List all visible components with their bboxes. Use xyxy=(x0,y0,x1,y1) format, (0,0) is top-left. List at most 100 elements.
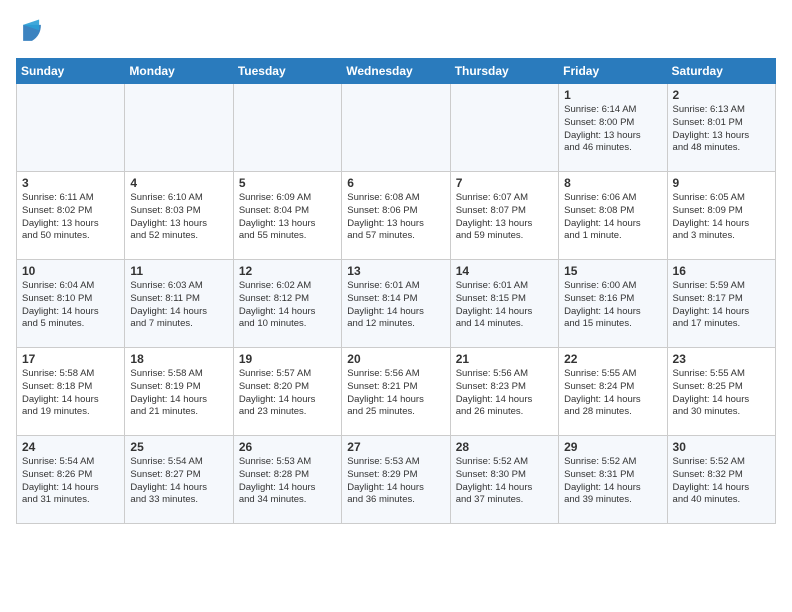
calendar-day-cell xyxy=(17,84,125,172)
calendar-day-cell: 1Sunrise: 6:14 AM Sunset: 8:00 PM Daylig… xyxy=(559,84,667,172)
calendar-header-day: Wednesday xyxy=(342,59,450,84)
day-number: 24 xyxy=(22,440,119,454)
calendar-week-row: 1Sunrise: 6:14 AM Sunset: 8:00 PM Daylig… xyxy=(17,84,776,172)
calendar-day-cell: 7 Sunrise: 6:07 AM Sunset: 8:07 PM Daylig… xyxy=(450,172,558,260)
day-number: 5 xyxy=(239,176,336,190)
page-header xyxy=(16,16,776,48)
day-number: 3 xyxy=(22,176,119,190)
day-info: Sunrise: 5:52 AM Sunset: 8:30 PM Dayligh… xyxy=(456,456,553,507)
calendar-header-day: Thursday xyxy=(450,59,558,84)
day-number: 29 xyxy=(564,440,661,454)
day-info: Sunrise: 5:57 AM Sunset: 8:20 PM Dayligh… xyxy=(239,368,336,419)
calendar-day-cell xyxy=(125,84,233,172)
day-number: 25 xyxy=(130,440,227,454)
day-number: 26 xyxy=(239,440,336,454)
day-info: Sunrise: 5:54 AM Sunset: 8:27 PM Dayligh… xyxy=(130,456,227,507)
calendar-day-cell: 8 Sunrise: 6:06 AM Sunset: 8:08 PM Daylig… xyxy=(559,172,667,260)
day-number: 6 xyxy=(347,176,444,190)
calendar-day-cell: 3 Sunrise: 6:11 AM Sunset: 8:02 PM Daylig… xyxy=(17,172,125,260)
calendar-day-cell: 5Sunrise: 6:09 AM Sunset: 8:04 PM Daylig… xyxy=(233,172,341,260)
calendar-day-cell: 29 Sunrise: 5:52 AM Sunset: 8:31 PM Dayli… xyxy=(559,436,667,524)
calendar-day-cell: 6 Sunrise: 6:08 AM Sunset: 8:06 PM Daylig… xyxy=(342,172,450,260)
calendar-week-row: 17Sunrise: 5:58 AM Sunset: 8:18 PM Dayli… xyxy=(17,348,776,436)
day-number: 19 xyxy=(239,352,336,366)
day-number: 7 xyxy=(456,176,553,190)
calendar-day-cell: 4 Sunrise: 6:10 AM Sunset: 8:03 PM Daylig… xyxy=(125,172,233,260)
day-number: 15 xyxy=(564,264,661,278)
day-info: Sunrise: 6:07 AM Sunset: 8:07 PM Dayligh… xyxy=(456,192,553,243)
calendar-header-day: Monday xyxy=(125,59,233,84)
day-info: Sunrise: 6:01 AM Sunset: 8:15 PM Dayligh… xyxy=(456,280,553,331)
day-info: Sunrise: 6:08 AM Sunset: 8:06 PM Dayligh… xyxy=(347,192,444,243)
day-info: Sunrise: 5:52 AM Sunset: 8:31 PM Dayligh… xyxy=(564,456,661,507)
calendar-day-cell: 12Sunrise: 6:02 AM Sunset: 8:12 PM Dayli… xyxy=(233,260,341,348)
day-info: Sunrise: 6:04 AM Sunset: 8:10 PM Dayligh… xyxy=(22,280,119,331)
calendar-day-cell xyxy=(342,84,450,172)
day-info: Sunrise: 5:56 AM Sunset: 8:23 PM Dayligh… xyxy=(456,368,553,419)
day-info: Sunrise: 6:06 AM Sunset: 8:08 PM Dayligh… xyxy=(564,192,661,243)
calendar-day-cell: 18 Sunrise: 5:58 AM Sunset: 8:19 PM Dayli… xyxy=(125,348,233,436)
day-number: 16 xyxy=(673,264,770,278)
day-info: Sunrise: 6:10 AM Sunset: 8:03 PM Dayligh… xyxy=(130,192,227,243)
day-number: 27 xyxy=(347,440,444,454)
calendar-day-cell: 27Sunrise: 5:53 AM Sunset: 8:29 PM Dayli… xyxy=(342,436,450,524)
day-info: Sunrise: 5:52 AM Sunset: 8:32 PM Dayligh… xyxy=(673,456,770,507)
day-info: Sunrise: 5:58 AM Sunset: 8:19 PM Dayligh… xyxy=(130,368,227,419)
calendar-day-cell: 24 Sunrise: 5:54 AM Sunset: 8:26 PM Dayli… xyxy=(17,436,125,524)
calendar-day-cell: 19 Sunrise: 5:57 AM Sunset: 8:20 PM Dayli… xyxy=(233,348,341,436)
calendar-day-cell: 28 Sunrise: 5:52 AM Sunset: 8:30 PM Dayli… xyxy=(450,436,558,524)
day-number: 13 xyxy=(347,264,444,278)
calendar-day-cell xyxy=(450,84,558,172)
calendar-day-cell: 20 Sunrise: 5:56 AM Sunset: 8:21 PM Dayli… xyxy=(342,348,450,436)
logo xyxy=(16,16,52,48)
day-info: Sunrise: 6:01 AM Sunset: 8:14 PM Dayligh… xyxy=(347,280,444,331)
day-number: 1 xyxy=(564,88,661,102)
calendar-week-row: 10 Sunrise: 6:04 AM Sunset: 8:10 PM Dayli… xyxy=(17,260,776,348)
day-info: Sunrise: 5:56 AM Sunset: 8:21 PM Dayligh… xyxy=(347,368,444,419)
day-info: Sunrise: 6:03 AM Sunset: 8:11 PM Dayligh… xyxy=(130,280,227,331)
day-number: 22 xyxy=(564,352,661,366)
calendar-table: SundayMondayTuesdayWednesdayThursdayFrid… xyxy=(16,58,776,524)
day-info: Sunrise: 6:02 AM Sunset: 8:12 PM Dayligh… xyxy=(239,280,336,331)
day-number: 28 xyxy=(456,440,553,454)
calendar-week-row: 3 Sunrise: 6:11 AM Sunset: 8:02 PM Daylig… xyxy=(17,172,776,260)
day-number: 21 xyxy=(456,352,553,366)
day-info: Sunrise: 6:05 AM Sunset: 8:09 PM Dayligh… xyxy=(673,192,770,243)
day-number: 10 xyxy=(22,264,119,278)
logo-icon xyxy=(16,16,48,48)
calendar-day-cell: 22Sunrise: 5:55 AM Sunset: 8:24 PM Dayli… xyxy=(559,348,667,436)
calendar-day-cell: 2Sunrise: 6:13 AM Sunset: 8:01 PM Daylig… xyxy=(667,84,775,172)
calendar-day-cell: 9 Sunrise: 6:05 AM Sunset: 8:09 PM Daylig… xyxy=(667,172,775,260)
day-number: 18 xyxy=(130,352,227,366)
day-number: 14 xyxy=(456,264,553,278)
calendar-day-cell: 15 Sunrise: 6:00 AM Sunset: 8:16 PM Dayli… xyxy=(559,260,667,348)
calendar-header-day: Saturday xyxy=(667,59,775,84)
calendar-header-row: SundayMondayTuesdayWednesdayThursdayFrid… xyxy=(17,59,776,84)
calendar-day-cell: 17Sunrise: 5:58 AM Sunset: 8:18 PM Dayli… xyxy=(17,348,125,436)
calendar-day-cell: 11 Sunrise: 6:03 AM Sunset: 8:11 PM Dayli… xyxy=(125,260,233,348)
day-info: Sunrise: 5:55 AM Sunset: 8:25 PM Dayligh… xyxy=(673,368,770,419)
day-info: Sunrise: 6:11 AM Sunset: 8:02 PM Dayligh… xyxy=(22,192,119,243)
calendar-day-cell xyxy=(233,84,341,172)
calendar-header-day: Sunday xyxy=(17,59,125,84)
day-number: 8 xyxy=(564,176,661,190)
day-info: Sunrise: 6:13 AM Sunset: 8:01 PM Dayligh… xyxy=(673,104,770,155)
calendar-day-cell: 23 Sunrise: 5:55 AM Sunset: 8:25 PM Dayli… xyxy=(667,348,775,436)
day-info: Sunrise: 5:54 AM Sunset: 8:26 PM Dayligh… xyxy=(22,456,119,507)
day-number: 20 xyxy=(347,352,444,366)
day-number: 23 xyxy=(673,352,770,366)
calendar-header: SundayMondayTuesdayWednesdayThursdayFrid… xyxy=(17,59,776,84)
calendar-day-cell: 10 Sunrise: 6:04 AM Sunset: 8:10 PM Dayli… xyxy=(17,260,125,348)
day-info: Sunrise: 6:00 AM Sunset: 8:16 PM Dayligh… xyxy=(564,280,661,331)
day-number: 17 xyxy=(22,352,119,366)
calendar-day-cell: 21 Sunrise: 5:56 AM Sunset: 8:23 PM Dayli… xyxy=(450,348,558,436)
calendar-day-cell: 26 Sunrise: 5:53 AM Sunset: 8:28 PM Dayli… xyxy=(233,436,341,524)
day-info: Sunrise: 5:53 AM Sunset: 8:28 PM Dayligh… xyxy=(239,456,336,507)
day-number: 9 xyxy=(673,176,770,190)
calendar-body: 1Sunrise: 6:14 AM Sunset: 8:00 PM Daylig… xyxy=(17,84,776,524)
day-number: 30 xyxy=(673,440,770,454)
day-number: 11 xyxy=(130,264,227,278)
day-number: 4 xyxy=(130,176,227,190)
calendar-day-cell: 30 Sunrise: 5:52 AM Sunset: 8:32 PM Dayli… xyxy=(667,436,775,524)
calendar-day-cell: 14 Sunrise: 6:01 AM Sunset: 8:15 PM Dayli… xyxy=(450,260,558,348)
